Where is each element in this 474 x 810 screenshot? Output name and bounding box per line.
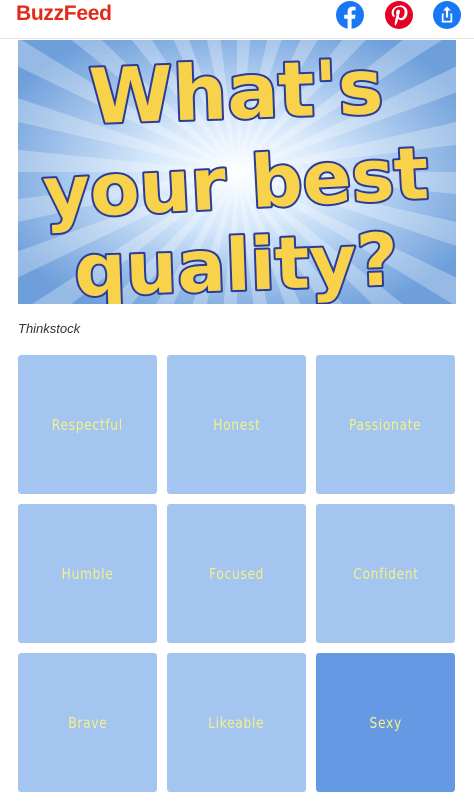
buzzfeed-logo[interactable]: BuzzFeed	[16, 2, 112, 26]
answer-option-focused[interactable]: Focused	[167, 504, 306, 643]
answer-option-confident[interactable]: Confident	[316, 504, 455, 643]
answer-option-label: Brave	[67, 713, 108, 732]
answer-option-passionate[interactable]: Passionate	[316, 355, 455, 494]
share-icon[interactable]	[433, 1, 461, 29]
hero-title-line: What's	[88, 42, 385, 141]
quiz-hero-image: What's your best quality?	[18, 40, 456, 304]
answer-option-brave[interactable]: Brave	[18, 653, 157, 792]
answer-option-sexy[interactable]: Sexy	[316, 653, 455, 792]
answer-option-label: Confident	[352, 564, 419, 583]
facebook-icon[interactable]	[336, 1, 364, 29]
answer-option-label: Focused	[208, 564, 265, 583]
answer-option-honest[interactable]: Honest	[167, 355, 306, 494]
answer-option-label: Passionate	[349, 415, 422, 434]
answer-option-label: Likeable	[208, 713, 265, 732]
answer-option-respectful[interactable]: Respectful	[18, 355, 157, 494]
top-bar: BuzzFeed	[0, 0, 474, 39]
pinterest-icon[interactable]	[385, 1, 413, 29]
image-credit: Thinkstock	[18, 321, 81, 336]
answer-option-label: Honest	[212, 415, 261, 434]
answer-option-label: Sexy	[369, 713, 402, 732]
answer-option-label: Humble	[61, 564, 114, 583]
answer-grid: Respectful Honest Passionate Humble Focused C…	[18, 355, 456, 792]
hero-burst-graphic: What'syour bestquality?	[18, 40, 456, 304]
answer-option-likeable[interactable]: Likeable	[167, 653, 306, 792]
answer-option-humble[interactable]: Humble	[18, 504, 157, 643]
hero-title-line: quality?	[73, 217, 400, 304]
answer-option-label: Respectful	[51, 415, 124, 434]
